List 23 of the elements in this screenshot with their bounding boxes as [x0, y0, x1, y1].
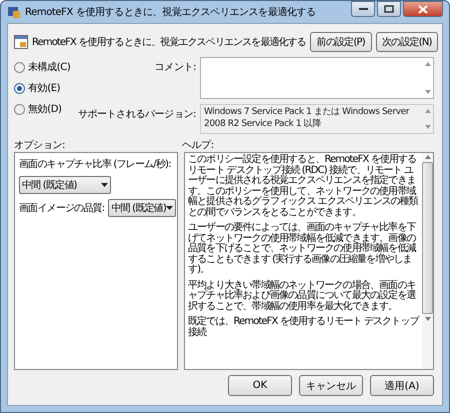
radio-label[interactable]: 無効(D): [28, 102, 62, 116]
dropdown[interactable]: 中間 (既定値): [19, 176, 111, 194]
nav-button[interactable]: 次の設定(N): [376, 32, 438, 52]
help-paragraph: ユーザーの要件によっては、画面のキャプチャ比率を下げてネットワークの使用帯域幅を低減できます。画像の品質を下げることで、ネットワークの使用帯域幅を低減することもできます (実行する画像の圧縮量を増やします)。: [188, 223, 418, 276]
dropdown[interactable]: 中間 (既定値): [108, 199, 176, 217]
dialog-button[interactable]: 適用(A): [370, 375, 434, 396]
comment-label: コメント:: [154, 61, 196, 74]
help-label: ヘルプ:: [182, 138, 214, 152]
option-label: 画面のキャプチャ比率 (フレーム/秒):: [19, 158, 172, 171]
supported-label: サポートされるバージョン:: [76, 108, 196, 121]
policy-title: RemoteFX を使用するときに、視覚エクスペリエンスを最適化する: [32, 36, 306, 49]
help-paragraph: 既定では、RemoteFX を使用するリモート デスクトップ接続: [188, 317, 419, 338]
dialog-button[interactable]: キャンセル: [299, 375, 363, 396]
dialog-button[interactable]: OK: [228, 375, 292, 396]
help-paragraph: このポリシー設定を使用すると、RemoteFX を使用するリモート デスクトップ接続 (RDC) 接続で、リモート ユーザーに提供される視覚エクスペリエンスを指定できます。このポリシーを使用して、ネットワークの使用帯域幅と提供されるグラフィックス エクスペリエンスの種類との間でバランスをとることができます。: [188, 155, 419, 218]
help-paragraph: 平均より大きい帯域幅のネットワークの場合、画面のキャプチャ比率および画像の品質について最大の設定を選択することで、帯域幅の使用率を最大化できます。: [188, 280, 417, 312]
radio-label[interactable]: 有効(E): [28, 81, 60, 95]
option-label: 画面イメージの品質:: [19, 202, 104, 215]
supported-field: Windows 7 Service Pack 1 または Windows Server 2008 R2 Service Pack 1 以降: [200, 104, 434, 134]
options-label: オプション:: [14, 138, 66, 152]
window-title: RemoteFX を使用するときに、視覚エクスペリエンスを最適化する: [25, 6, 317, 19]
nav-button[interactable]: 前の設定(P): [310, 32, 372, 52]
radio-label[interactable]: 未構成(C): [28, 60, 70, 74]
